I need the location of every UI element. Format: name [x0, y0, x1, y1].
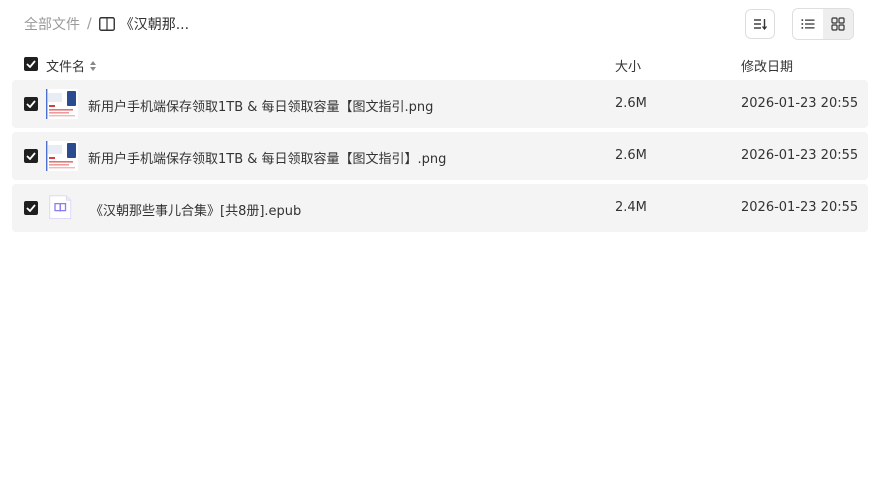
list-view-icon: [801, 19, 815, 29]
breadcrumb-root-link[interactable]: 全部文件: [24, 14, 80, 34]
name-column-header[interactable]: 文件名: [46, 56, 97, 75]
image-thumbnail-icon: [46, 89, 78, 119]
checkmark-icon: [26, 204, 36, 212]
file-name[interactable]: 新用户手机端保存领取1TB & 每日领取容量【图文指引.png: [88, 96, 433, 115]
row-checkbox[interactable]: [24, 149, 38, 163]
checkmark-icon: [26, 152, 36, 160]
file-row[interactable]: 《汉朝那些事儿合集》[共8册].epub 2.4M 2026-01-23 20:…: [12, 184, 868, 232]
checkmark-icon: [26, 100, 36, 108]
file-modified-date: 2026-01-23 20:55: [741, 200, 859, 215]
sort-button[interactable]: [745, 9, 775, 39]
sort-icon: [754, 19, 767, 30]
breadcrumb-current: 《汉朝那...: [98, 14, 190, 34]
sort-toggle-icon: [90, 60, 97, 71]
file-modified-date: 2026-01-23 20:55: [741, 148, 859, 163]
view-toolbar: [745, 8, 854, 40]
row-checkbox[interactable]: [24, 201, 38, 215]
view-toggle-group: [792, 8, 854, 40]
book-icon: [98, 17, 115, 31]
image-thumbnail-icon: [46, 141, 78, 171]
size-column-header[interactable]: 大小: [615, 56, 641, 75]
grid-view-icon: [831, 17, 845, 31]
grid-view-button[interactable]: [823, 9, 853, 39]
name-column-label: 文件名: [46, 60, 86, 75]
list-view-button[interactable]: [793, 9, 823, 39]
file-name[interactable]: 新用户手机端保存领取1TB & 每日领取容量【图文指引】.png: [88, 148, 446, 167]
file-row[interactable]: 新用户手机端保存领取1TB & 每日领取容量【图文指引】.png 2.6M 20…: [12, 132, 868, 180]
checkmark-icon: [26, 60, 36, 68]
file-table-header: 文件名 大小 修改日期: [12, 52, 868, 76]
file-size: 2.6M: [615, 148, 647, 163]
file-row[interactable]: 新用户手机端保存领取1TB & 每日领取容量【图文指引.png 2.6M 202…: [12, 80, 868, 128]
file-size: 2.6M: [615, 96, 647, 111]
breadcrumb: 全部文件 / 《汉朝那...: [24, 14, 189, 34]
breadcrumb-separator: /: [87, 16, 92, 32]
file-name[interactable]: 《汉朝那些事儿合集》[共8册].epub: [90, 200, 301, 219]
date-column-header[interactable]: 修改日期: [741, 56, 793, 75]
breadcrumb-current-label: 《汉朝那...: [119, 17, 190, 33]
row-checkbox[interactable]: [24, 97, 38, 111]
file-modified-date: 2026-01-23 20:55: [741, 96, 859, 111]
epub-file-icon: [49, 195, 72, 219]
file-size: 2.4M: [615, 200, 647, 215]
select-all-checkbox[interactable]: [24, 57, 38, 71]
